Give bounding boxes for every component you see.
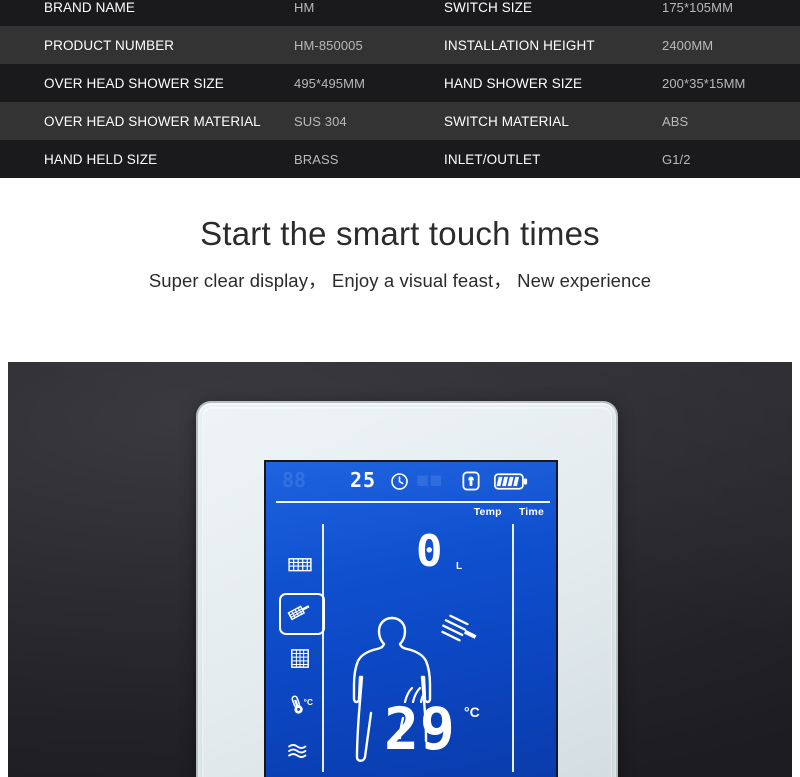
- spec-label: HAND SHOWER SIZE: [444, 75, 583, 91]
- lcd-column-labels: Temp Time: [460, 506, 544, 518]
- panel-face: 88 ◼◼ 25 Temp Time °C 0 L 29 °C: [202, 407, 612, 777]
- thermometer-icon[interactable]: °C: [280, 682, 320, 728]
- water-volume-readout: 0 L: [416, 530, 462, 574]
- spec-label: INSTALLATION HEIGHT: [444, 37, 595, 53]
- lcd-vertical-rule-left: [322, 524, 324, 772]
- hand-shower-icon[interactable]: [279, 590, 325, 636]
- table-row: HAND HELD SIZE BRASS INLET/OUTLET G1/2: [0, 140, 800, 178]
- ghost-segment: 88: [282, 468, 307, 492]
- spec-value: 175*105MM: [662, 0, 733, 15]
- table-row: PRODUCT NUMBER HM-850005 INSTALLATION HE…: [0, 26, 800, 64]
- temperature-readout: 29 °C: [384, 686, 480, 758]
- table-row: OVER HEAD SHOWER SIZE 495*495MM HAND SHO…: [0, 64, 800, 102]
- table-row: OVER HEAD SHOWER MATERIAL SUS 304 SWITCH…: [0, 102, 800, 140]
- timer-value: 25: [350, 468, 377, 492]
- spec-label: SWITCH MATERIAL: [444, 113, 570, 129]
- ghost-segment: ◼◼: [416, 472, 443, 489]
- product-photo: 88 ◼◼ 25 Temp Time °C 0 L 29 °C: [8, 362, 792, 777]
- page-subtitle: Super clear display， Enjoy a visual feas…: [148, 269, 652, 291]
- page-title: Start the smart touch times: [200, 215, 600, 252]
- temperature-unit: °C: [464, 704, 480, 720]
- lcd-vertical-rule-right: [512, 524, 514, 772]
- spec-label: PRODUCT NUMBER: [44, 37, 175, 53]
- water-waves-icon[interactable]: [280, 728, 320, 774]
- spec-value: ABS: [662, 113, 689, 129]
- overhead-shower-icon[interactable]: [280, 544, 320, 590]
- lock-icon: [462, 471, 480, 496]
- time-column-label: Time: [518, 506, 544, 518]
- spec-label: HAND HELD SIZE: [44, 151, 158, 167]
- spec-label: INLET/OUTLET: [444, 151, 541, 167]
- lcd-status-bar: 88 ◼◼ 25: [266, 466, 556, 500]
- table-row: BRAND NAME HM SWITCH SIZE 175*105MM: [0, 0, 800, 26]
- spec-value: 2400MM: [662, 37, 714, 53]
- product-detail-page: BRAND NAME HM SWITCH SIZE 175*105MM PROD…: [0, 0, 800, 777]
- spec-label: OVER HEAD SHOWER SIZE: [44, 75, 224, 91]
- lcd-mode-rail: °C: [279, 544, 325, 774]
- smart-shower-control-panel: 88 ◼◼ 25 Temp Time °C 0 L 29 °C: [198, 403, 616, 777]
- spec-value: 495*495MM: [294, 75, 365, 91]
- spec-value: BRASS: [294, 151, 339, 167]
- section-heading: Start the smart touch times Super clear …: [0, 214, 800, 293]
- body-jet-icon[interactable]: [280, 636, 320, 682]
- spec-value: HM-850005: [294, 37, 363, 53]
- spec-value: 200*35*15MM: [662, 75, 746, 91]
- shower-spray-icon: [436, 614, 492, 667]
- spec-label: BRAND NAME: [44, 0, 136, 15]
- spec-label: OVER HEAD SHOWER MATERIAL: [44, 113, 261, 129]
- volume-unit: L: [456, 561, 463, 572]
- specification-table: BRAND NAME HM SWITCH SIZE 175*105MM PROD…: [0, 0, 800, 178]
- steam-icon: [400, 686, 430, 709]
- spec-value: G1/2: [662, 151, 691, 167]
- spec-label: SWITCH SIZE: [444, 0, 533, 15]
- lcd-screen: 88 ◼◼ 25 Temp Time °C 0 L 29 °C: [264, 460, 558, 777]
- lcd-divider: [276, 501, 550, 503]
- spec-value: SUS 304: [294, 113, 347, 129]
- clock-icon: [390, 472, 409, 496]
- svg-text:°C: °C: [304, 698, 313, 707]
- temp-column-label: Temp: [473, 506, 502, 518]
- battery-full-icon: [494, 473, 528, 495]
- volume-value: 0: [416, 526, 444, 577]
- spec-value: HM: [294, 0, 315, 15]
